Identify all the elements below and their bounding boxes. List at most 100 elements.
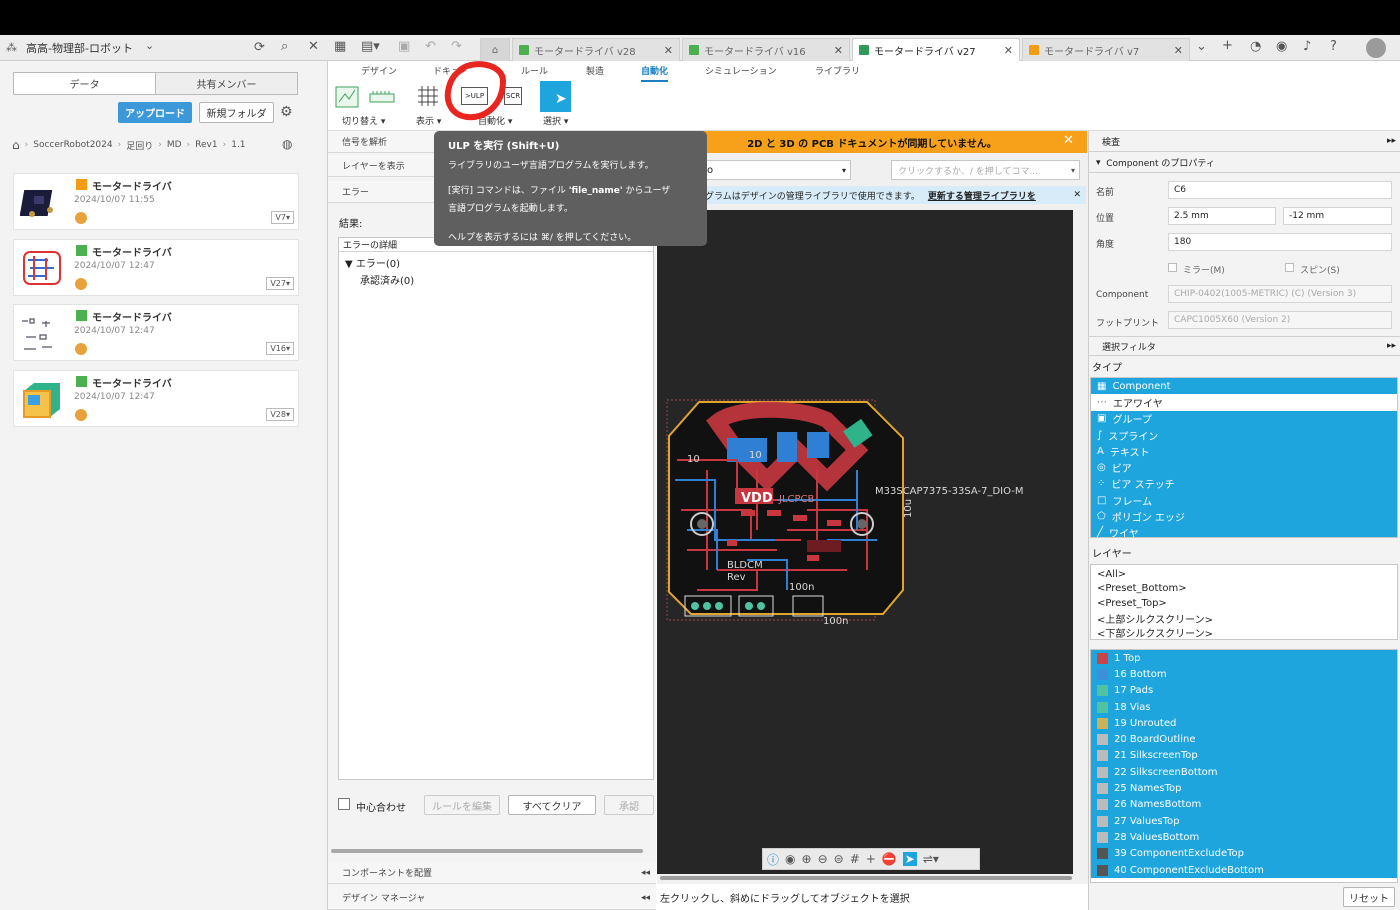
tab-library[interactable]: ライブラリ [815,64,860,77]
list-item[interactable]: ∫ スプライン [1091,426,1397,444]
list-item[interactable]: ╱ ワイヤ [1091,524,1397,537]
grid-icon[interactable]: ▦ [334,39,346,54]
new-folder-button[interactable]: 新規フォルダ [199,102,274,123]
list-item[interactable]: <Preset_Bottom> [1091,582,1397,597]
tab-close-icon[interactable]: ✕ [834,44,843,57]
tree-item-approved[interactable]: 承認済み(0) [339,272,653,287]
extensions-icon[interactable]: ◔ [1250,39,1261,54]
tree-item-errors[interactable]: ▼ エラー(0) [339,255,653,270]
version-select[interactable]: V27 ▾ [266,277,294,290]
name-field[interactable]: C6 [1168,181,1392,199]
search-icon[interactable]: ⌕ [281,39,288,54]
home-tab[interactable]: ⌂ [480,38,510,61]
list-item[interactable]: 28 ValuesBottom [1091,829,1397,846]
select-mode-icon[interactable]: ➤ [902,852,917,866]
refresh-icon[interactable]: ⟳ [254,40,265,55]
canvas-horizontal-scrollbar[interactable] [660,876,1072,880]
version-select[interactable]: V7 ▾ [271,211,294,224]
list-item[interactable]: モータードライバ 2024/10/07 12:47 V27 ▾ [13,239,299,296]
select-tool-button[interactable]: ➤ [540,81,571,112]
version-select[interactable]: V28 ▾ [266,408,294,421]
list-item[interactable]: 26 NamesBottom [1091,796,1397,813]
component-properties-header[interactable]: ▾ Component のプロパティ [1088,153,1400,173]
undo-icon[interactable]: ↶ [425,39,436,54]
inspect-header[interactable]: 検査 ▸▸ [1088,131,1400,152]
list-item[interactable]: 21 SilkscreenTop [1091,747,1397,765]
list-item[interactable]: <Preset_Top> [1091,596,1397,611]
list-item[interactable]: ▣ グループ [1091,410,1397,427]
close-info-icon[interactable]: ✕ [1073,190,1086,200]
position-x-field[interactable]: 2.5 mm [1168,207,1276,225]
new-tab-icon[interactable]: + [1222,38,1233,53]
tab-rules[interactable]: ルール [521,64,548,77]
group-display-label[interactable]: 表示 ▾ [416,114,441,127]
gear-icon[interactable]: ⚙ [280,104,293,120]
zoom-fit-icon[interactable]: ⊜ [834,852,844,866]
tab-manufacture[interactable]: 製造 [586,64,604,77]
tab-close-icon[interactable]: ✕ [664,44,673,57]
list-item[interactable]: 19 Unrouted [1091,715,1397,732]
list-item[interactable]: <上部シルクスクリーン> [1091,611,1397,626]
list-item[interactable]: 1 Top [1091,650,1397,667]
group-select-label[interactable]: 選択 ▾ [543,114,568,127]
list-item[interactable]: ⁘ ビア ステッチ [1091,475,1397,493]
layer-dropdown[interactable]: o ▾ [700,160,851,180]
angle-field[interactable]: 180 [1168,233,1392,251]
clear-all-button[interactable]: すべてクリア [508,795,596,815]
mirror-checkbox[interactable] [1168,263,1177,272]
list-item[interactable]: 27 ValuesTop [1091,812,1397,830]
list-item[interactable]: □ フレーム [1091,492,1397,509]
spin-checkbox[interactable] [1285,263,1294,272]
list-item[interactable]: ▦ Component [1091,378,1397,395]
upload-button[interactable]: アップロード [118,102,192,123]
type-filter-list[interactable]: ▦ Component ⋯ エアワイヤ ▣ グループ ∫ スプライン A テキスト ◎ ビア… [1090,377,1398,538]
list-item[interactable]: モータードライバ 2024/10/07 12:47 V28 ▾ [13,370,299,427]
list-item[interactable]: <下部シルクスクリーン> [1091,625,1397,639]
stop-icon[interactable]: ⛔ [882,852,897,866]
tab-data[interactable]: データ [14,73,155,94]
list-item[interactable]: ⋯ エアワイヤ [1091,394,1397,410]
list-item[interactable]: 22 SilkscreenBottom [1091,764,1397,781]
section-design-manager[interactable]: デザイン マネージャ ◂◂ [328,886,656,910]
visibility-icon[interactable]: ◉ [785,852,795,866]
crosshair-icon[interactable]: + [866,852,876,866]
list-item[interactable]: 18 Vias [1091,698,1397,716]
layer-preset-list[interactable]: <All> <Preset_Bottom> <Preset_Top> <上部シル… [1090,564,1398,640]
home-icon[interactable]: ⌂ [12,138,20,152]
list-item[interactable]: ⬠ ポリゴン エッジ [1091,508,1397,525]
list-item[interactable]: モータードライバ 2024/10/07 11:55 V7 ▾ [13,173,299,230]
results-list[interactable]: エラーの詳細 ▼ エラー(0) 承認済み(0) [338,237,654,780]
list-item[interactable]: 20 BoardOutline [1091,731,1397,748]
list-item[interactable]: 25 NamesTop [1091,780,1397,797]
list-item[interactable]: 40 ComponentExcludeBottom [1091,861,1397,879]
list-item[interactable]: 39 ComponentExcludeTop [1091,845,1397,862]
approve-button[interactable]: 承認 [604,795,654,815]
tab-v16[interactable]: モータードライバ v16 ✕ [682,38,850,61]
tab-close-icon[interactable]: ✕ [1174,44,1183,57]
layer-list[interactable]: 1 Top 16 Bottom 17 Pads 18 Vias 19 Unrou… [1090,649,1398,883]
tab-v27[interactable]: モータードライバ v27 ✕ [852,38,1020,61]
tab-v28[interactable]: モータードライバ v28 ✕ [512,38,680,61]
list-item[interactable]: 16 Bottom [1091,666,1397,683]
horizontal-scrollbar[interactable] [331,849,643,853]
selection-filter-header[interactable]: 選択フィルタ ▸▸ [1088,336,1400,356]
grid-icon[interactable]: # [850,852,860,866]
close-icon[interactable]: ✕ [308,39,319,54]
zoom-out-icon[interactable]: ⊖ [818,852,828,866]
pcb-canvas[interactable]: M33SCAP7375-33SA-7_DIO-M BLDCM Rev VDD J… [657,210,1073,874]
chevron-down-icon[interactable]: ⌄ [145,39,154,52]
list-item[interactable]: モータードライバ 2024/10/07 12:47 V16 ▾ [13,304,299,361]
notifications-icon[interactable]: ♪ [1303,39,1311,54]
grid-display-icon[interactable] [416,84,440,108]
close-banner-icon[interactable]: ✕ [1063,133,1074,148]
redo-icon[interactable]: ↷ [451,39,462,54]
tab-v7[interactable]: モータードライバ v7 ✕ [1022,38,1190,61]
avatar[interactable] [1366,38,1386,58]
route-icon[interactable]: ⇌▾ [923,852,939,866]
globe-icon[interactable]: ◍ [282,137,292,151]
tab-simulation[interactable]: シミュレーション [705,64,777,77]
project-name[interactable]: 高高-物理部-ロボット [26,40,133,56]
center-checkbox[interactable] [338,798,350,810]
version-select[interactable]: V16 ▾ [266,342,294,355]
schematic-switch-icon[interactable] [334,84,360,110]
